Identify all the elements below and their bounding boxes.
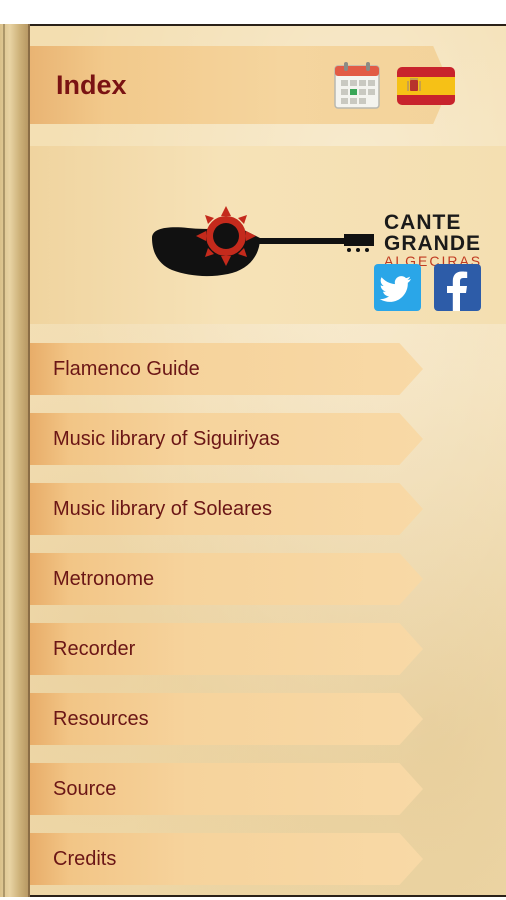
menu-item-credits[interactable]: Credits [30, 833, 423, 885]
menu-item-label: Credits [53, 848, 117, 870]
menu-item-music-library-siguiriyas[interactable]: Music library of Siguiriyas [30, 413, 423, 465]
logo-panel: CANTE GRANDE ALGECIRAS [30, 146, 506, 324]
menu-item-label: Metronome [53, 568, 155, 590]
menu-item-flamenco-guide[interactable]: Flamenco Guide [30, 343, 423, 395]
logo-text-grande: GRANDE [384, 232, 482, 255]
menu-item-label: Flamenco Guide [53, 358, 200, 380]
language-button[interactable] [397, 67, 455, 105]
cante-grande-logo: CANTE GRANDE ALGECIRAS [148, 178, 480, 290]
menu-item-metronome[interactable]: Metronome [30, 553, 423, 605]
menu-item-label: Resources [53, 708, 149, 730]
screen: Index CANTE GRANDE ALGECIRAS Flamenco Gu… [0, 0, 506, 900]
calendar-icon [334, 62, 380, 109]
logo-text-cante: CANTE [384, 211, 462, 234]
page-title: Index [56, 70, 127, 100]
menu-item-source[interactable]: Source [30, 763, 423, 815]
menu-item-resources[interactable]: Resources [30, 693, 423, 745]
facebook-icon [447, 271, 468, 311]
calendar-button[interactable] [334, 61, 380, 109]
menu-item-recorder[interactable]: Recorder [30, 623, 423, 675]
guitar-sun-logo-icon [152, 206, 374, 277]
page-binding [0, 24, 30, 897]
menu-item-label: Music library of Soleares [53, 498, 272, 520]
facebook-button[interactable] [434, 264, 481, 311]
main-menu: Flamenco Guide Music library of Siguiriy… [30, 343, 430, 900]
menu-item-label: Recorder [53, 638, 136, 660]
menu-item-music-library-soleares[interactable]: Music library of Soleares [30, 483, 423, 535]
header-bar: Index [30, 46, 455, 124]
twitter-icon [379, 276, 411, 302]
menu-item-label: Source [53, 778, 117, 800]
twitter-button[interactable] [374, 264, 421, 311]
menu-item-label: Music library of Siguiriyas [53, 428, 280, 450]
spain-flag-icon [397, 67, 455, 105]
